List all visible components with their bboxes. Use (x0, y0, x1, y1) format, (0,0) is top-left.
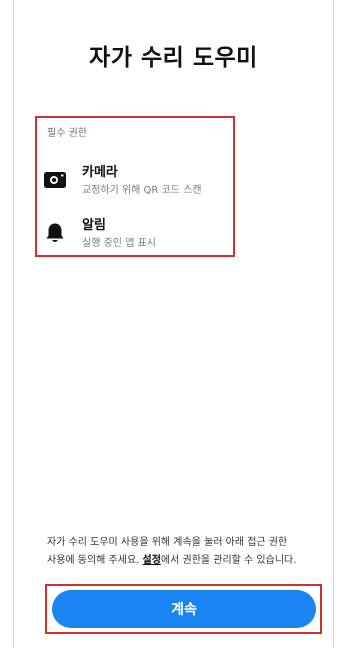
frame-border-right (333, 0, 334, 648)
permission-title-camera: 카메라 (82, 165, 118, 180)
bell-icon (43, 221, 67, 245)
permissions-section-label: 필수 권한 (47, 128, 87, 139)
consent-line-2: 사용에 동의해 주세요. 설정에서 권한을 관리할 수 있습니다. (47, 552, 327, 570)
continue-button[interactable]: 계속 (52, 590, 316, 628)
consent-line-2-suffix: 에서 권한을 관리할 수 있습니다. (160, 555, 297, 566)
settings-link[interactable]: 설정 (143, 555, 161, 566)
page-title: 자가 수리 도우미 (89, 45, 258, 71)
camera-icon (43, 168, 67, 192)
permission-item-camera: 카메라 교정하기 위해 QR 코드 스캔 (41, 161, 231, 201)
permission-desc-camera: 교정하기 위해 QR 코드 스캔 (82, 185, 202, 196)
permission-screen: 자가 수리 도우미 필수 권한 카메라 교정하기 위해 QR 코드 스캔 알림 … (0, 0, 347, 648)
consent-line-2-prefix: 사용에 동의해 주세요. (47, 555, 143, 566)
permission-desc-notifications: 실행 중인 앱 표시 (82, 238, 156, 249)
consent-line-1: 자가 수리 도우미 사용을 위해 계속을 눌러 아래 접근 권한 (47, 537, 288, 548)
permission-item-notifications: 알림 실행 중인 앱 표시 (41, 214, 231, 254)
consent-text: 자가 수리 도우미 사용을 위해 계속을 눌러 아래 접근 권한 사용에 동의해… (47, 534, 327, 570)
frame-border-left (13, 0, 14, 648)
permission-title-notifications: 알림 (82, 218, 106, 233)
